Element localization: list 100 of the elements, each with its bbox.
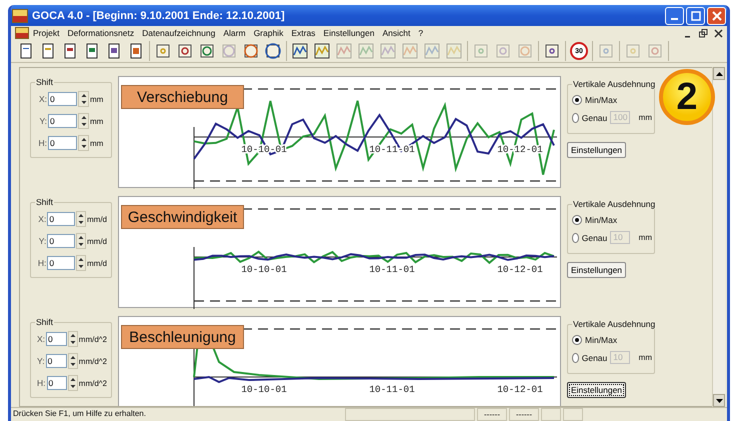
maximize-button[interactable] — [686, 6, 705, 24]
close-icon[interactable] — [714, 28, 723, 38]
group-title: Vertikale Ausdehnung — [572, 319, 656, 329]
spin-button[interactable] — [78, 91, 89, 107]
chart-title: Verschiebung — [121, 85, 244, 109]
menu-item[interactable]: Einstellungen — [319, 28, 378, 38]
chart-title: Geschwindigkeit — [121, 205, 244, 229]
unit-label: mm/d^2 — [78, 378, 107, 388]
input-field[interactable]: 0 — [47, 234, 75, 248]
unit-label: mm/d^2 — [78, 356, 107, 366]
radio-button[interactable] — [572, 335, 582, 345]
restore-icon[interactable] — [699, 28, 708, 38]
spin-button[interactable] — [68, 331, 78, 347]
settings-button[interactable]: Einstellungen — [567, 382, 626, 398]
radio-button[interactable] — [572, 352, 579, 362]
document-icon — [84, 43, 100, 59]
chart-icon — [292, 43, 308, 59]
group-title: Shift — [35, 317, 54, 327]
up-arrow-icon — [716, 72, 722, 76]
radio-button[interactable] — [572, 232, 579, 242]
date-label: 10-10-01 — [241, 384, 287, 395]
radio-button[interactable] — [572, 95, 582, 105]
input-field[interactable]: 0 — [46, 354, 67, 368]
input-field[interactable]: 0 — [47, 256, 75, 270]
date-label: 10-12-01 — [497, 384, 543, 395]
input-field[interactable]: 0 — [48, 114, 77, 128]
spin-button[interactable] — [78, 135, 89, 151]
group-title: Vertikale Ausdehnung — [572, 79, 656, 89]
unit-label: mm — [90, 94, 104, 104]
chart-icon — [446, 43, 462, 59]
spin-button[interactable] — [68, 353, 78, 369]
app-icon — [12, 8, 28, 22]
document-icon — [15, 27, 29, 39]
field-label: Y: — [37, 356, 45, 366]
menu-item[interactable]: ? — [414, 28, 428, 38]
group-title: Vertikale Ausdehnung — [572, 199, 656, 209]
unit-label: mm — [90, 138, 104, 148]
unit-label: mm/d^2 — [78, 334, 107, 344]
document-icon — [18, 43, 34, 59]
radio-button[interactable] — [572, 215, 582, 225]
scroll-down-button[interactable] — [713, 394, 725, 407]
step-badge: 2 — [659, 69, 715, 125]
spin-button[interactable] — [76, 233, 86, 249]
field-label: H: — [38, 138, 47, 148]
menu-item[interactable]: Deformationsnetz — [63, 28, 138, 38]
date-label: 10-11-01 — [369, 384, 415, 395]
input-field[interactable]: 0 — [47, 212, 75, 226]
field-label: H: — [37, 258, 46, 268]
spin-arrows-icon — [76, 234, 85, 248]
input-field[interactable]: 0 — [48, 92, 77, 106]
settings-button[interactable]: Einstellungen — [567, 262, 626, 278]
scroll-bar[interactable] — [712, 67, 725, 407]
option-label: Genau — [582, 232, 608, 242]
radio-button[interactable] — [572, 112, 579, 122]
option-label: Min/Max — [585, 95, 618, 105]
spin-button[interactable] — [76, 211, 86, 227]
input-field[interactable]: 0 — [46, 376, 67, 390]
status-cell: ------ — [477, 408, 507, 421]
menu-item[interactable]: Ansicht — [378, 28, 414, 38]
close-icon — [712, 10, 722, 20]
field-label: Y: — [38, 236, 46, 246]
spin-arrows-icon — [76, 256, 85, 270]
chart-icon — [314, 43, 330, 59]
input-field[interactable]: 0 — [48, 136, 77, 150]
window-title: GOCA 4.0 - [Beginn: 9.10.2001 Ende: 12.10.2001] — [32, 10, 286, 22]
spin-arrows-icon — [80, 92, 88, 106]
spin-button[interactable] — [68, 375, 78, 391]
toolbar-button[interactable] — [263, 41, 283, 61]
circle-icon — [199, 43, 215, 59]
input-field[interactable]: 0 — [46, 332, 67, 346]
spin-button[interactable] — [78, 113, 89, 129]
group-title: Shift — [35, 77, 54, 87]
minimize-button[interactable] — [665, 6, 684, 24]
menu-item[interactable]: Extras — [287, 28, 320, 38]
maximize-icon — [690, 10, 700, 20]
document-icon — [128, 43, 144, 59]
chart-icon — [336, 43, 352, 59]
circle-icon — [265, 43, 281, 59]
spin-arrows-icon — [80, 136, 88, 150]
spin-arrows-icon — [68, 332, 77, 346]
menu-item[interactable]: Datenaufzeichnung — [138, 28, 220, 38]
unit-label: mm — [638, 113, 652, 122]
menu-item[interactable]: Alarm — [219, 28, 250, 38]
unit-label: mm — [638, 353, 652, 362]
settings-button[interactable]: Einstellungen — [567, 142, 626, 158]
menu-item[interactable]: Projekt — [29, 28, 64, 38]
spin-button[interactable] — [76, 255, 86, 271]
field-label: X: — [37, 334, 46, 344]
unit-label: mm/d — [87, 236, 107, 246]
menu-item[interactable]: Graphik — [250, 28, 288, 38]
close-button[interactable] — [707, 6, 726, 24]
chart-icon — [358, 43, 374, 59]
date-label: 10-11-01 — [369, 264, 415, 275]
toolbar-button[interactable] — [312, 41, 332, 61]
scroll-up-button[interactable] — [713, 67, 725, 80]
date-label: 10-12-01 — [497, 264, 543, 275]
field-label: Y: — [38, 116, 47, 126]
circle-icon — [221, 43, 237, 59]
unit-label: mm — [90, 116, 104, 126]
toolbar-button[interactable] — [290, 41, 310, 61]
